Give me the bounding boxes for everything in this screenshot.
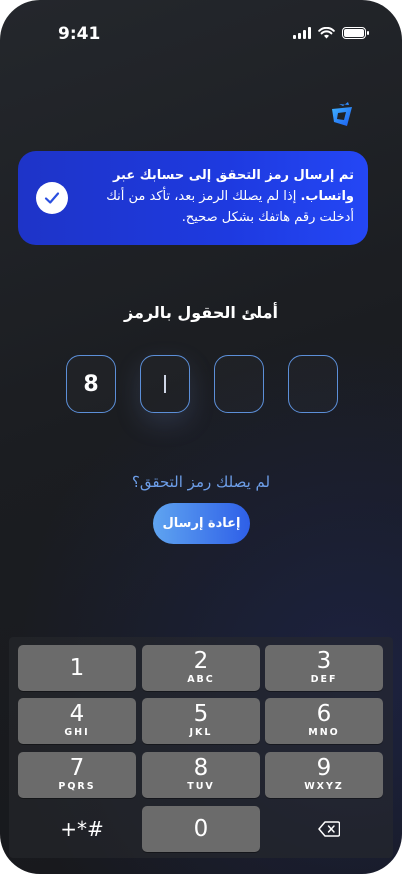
key-4[interactable]: 4 GHI — [18, 698, 136, 744]
key-1[interactable]: 1 — [18, 645, 136, 691]
check-icon — [36, 182, 68, 214]
page-title: أملئ الحقول بالرمز — [123, 303, 278, 322]
otp-digit-2[interactable] — [140, 355, 190, 413]
key-0-number: 0 — [193, 816, 209, 842]
key-3-letters: DEF — [310, 674, 338, 685]
status-bar: 9:41 — [0, 0, 402, 60]
key-7-number: 7 — [69, 755, 85, 781]
key-9-letters: WXYZ — [304, 781, 344, 792]
key-7[interactable]: 7 PQRS — [18, 752, 136, 798]
key-6-letters: MNO — [308, 727, 340, 738]
key-2-number: 2 — [193, 648, 209, 674]
symbols-key[interactable]: +*# — [27, 809, 137, 849]
backspace-icon — [318, 821, 340, 837]
key-9[interactable]: 9 WXYZ — [265, 752, 383, 798]
key-7-letters: PQRS — [58, 781, 96, 792]
wifi-icon — [318, 27, 335, 39]
backspace-key[interactable] — [274, 809, 384, 849]
key-8-letters: TUV — [187, 781, 215, 792]
otp-digit-3[interactable] — [214, 355, 264, 413]
verification-toast: تم إرسال رمز التحقق إلى حسابك عبر واتساب… — [18, 151, 368, 245]
key-3[interactable]: 3 DEF — [265, 645, 383, 691]
resend-button[interactable]: إعادة إرسال — [153, 503, 250, 544]
key-5[interactable]: 5 JKL — [142, 698, 260, 744]
app-logo-icon — [332, 102, 352, 126]
key-3-number: 3 — [316, 648, 332, 674]
otp-digit-4[interactable] — [288, 355, 338, 413]
key-5-number: 5 — [193, 701, 209, 727]
key-9-number: 9 — [316, 755, 332, 781]
battery-icon — [342, 27, 369, 39]
resend-prompt: لم يصلك رمز التحقق؟ — [131, 473, 271, 491]
key-8[interactable]: 8 TUV — [142, 752, 260, 798]
phone-screen: 9:41 تم إرسال رمز التحقق إلى حسابك عبر و… — [0, 0, 402, 874]
key-8-number: 8 — [193, 755, 209, 781]
key-2-letters: ABC — [187, 674, 215, 685]
signal-icon — [293, 27, 311, 39]
numeric-keypad: 1 2 ABC 3 DEF 4 GHI 5 JKL 6 MNO 7 PQRS 8 TUV 9W… — [9, 637, 393, 858]
key-4-letters: GHI — [64, 727, 90, 738]
key-4-number: 4 — [69, 701, 85, 727]
text-cursor — [164, 375, 166, 393]
key-5-letters: JKL — [189, 727, 213, 738]
otp-digit-1[interactable]: 8 — [66, 355, 116, 413]
toast-message: تم إرسال رمز التحقق إلى حسابك عبر واتساب… — [74, 165, 354, 228]
status-icons — [293, 27, 369, 39]
key-1-number: 1 — [69, 655, 85, 681]
key-0[interactable]: 0 — [142, 806, 260, 852]
key-2[interactable]: 2 ABC — [142, 645, 260, 691]
otp-inputs: 8 — [66, 355, 338, 413]
key-6[interactable]: 6 MNO — [265, 698, 383, 744]
status-time: 9:41 — [58, 24, 101, 44]
key-6-number: 6 — [316, 701, 332, 727]
